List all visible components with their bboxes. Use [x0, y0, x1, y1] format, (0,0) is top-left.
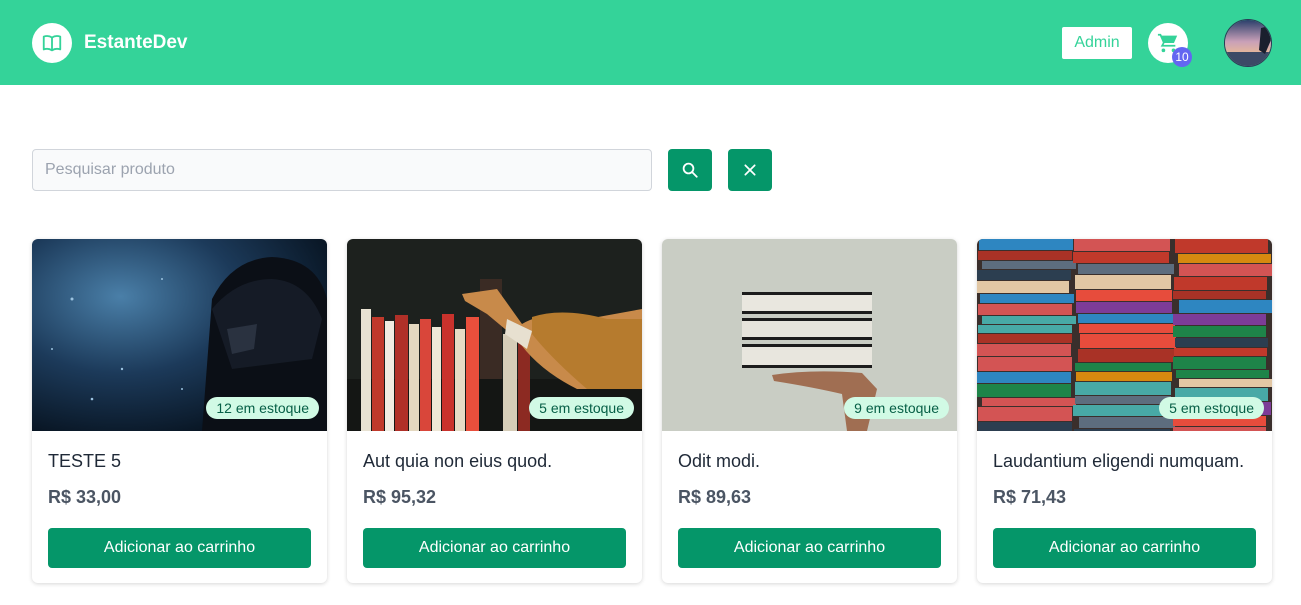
clear-search-button[interactable]: [728, 149, 772, 191]
add-to-cart-button[interactable]: Adicionar ao carrinho: [993, 528, 1256, 568]
stock-badge: 5 em estoque: [1159, 397, 1264, 419]
product-price: R$ 95,32: [363, 487, 437, 507]
user-avatar[interactable]: [1224, 18, 1272, 67]
open-book-icon: [32, 22, 72, 63]
product-card: 12 em estoque TESTE 5 R$ 33,00 Adicionar…: [32, 239, 327, 583]
product-card: 5 em estoque Aut quia non eius quod. R$ …: [347, 239, 642, 583]
search-button[interactable]: [668, 149, 712, 191]
colorful-books-photo[interactable]: 5 em estoque: [977, 239, 1272, 431]
search-bar: [32, 149, 772, 191]
bookshelf-hand-photo[interactable]: 5 em estoque: [347, 239, 642, 431]
search-input[interactable]: [32, 149, 652, 191]
product-price: R$ 33,00: [48, 487, 122, 507]
product-title[interactable]: Odit modi.: [678, 451, 941, 473]
search-icon: [682, 162, 698, 178]
book-stack-hand-photo[interactable]: 9 em estoque: [662, 239, 957, 431]
top-navbar: EstanteDev Admin 10: [0, 0, 1301, 85]
product-card: 5 em estoque Laudantium eligendi numquam…: [977, 239, 1272, 583]
stock-badge: 12 em estoque: [206, 397, 319, 419]
product-price: R$ 89,63: [678, 487, 752, 507]
close-icon: [744, 164, 756, 176]
product-title[interactable]: TESTE 5: [48, 451, 311, 473]
product-title[interactable]: Aut quia non eius quod.: [363, 451, 626, 473]
add-to-cart-button[interactable]: Adicionar ao carrinho: [48, 528, 311, 568]
product-card: 9 em estoque Odit modi. R$ 89,63 Adicion…: [662, 239, 957, 583]
cart-button[interactable]: 10: [1148, 22, 1192, 67]
dark-helmet-photo[interactable]: 12 em estoque: [32, 239, 327, 431]
product-title[interactable]: Laudantium eligendi numquam.: [993, 451, 1256, 473]
stock-badge: 9 em estoque: [844, 397, 949, 419]
add-to-cart-button[interactable]: Adicionar ao carrinho: [678, 528, 941, 568]
stock-badge: 5 em estoque: [529, 397, 634, 419]
admin-button[interactable]: Admin: [1062, 26, 1132, 59]
cart-count-badge: 10: [1172, 46, 1192, 67]
brand-link[interactable]: EstanteDev: [32, 22, 188, 63]
product-grid: 12 em estoque TESTE 5 R$ 33,00 Adicionar…: [32, 239, 1272, 583]
brand-name: EstanteDev: [84, 31, 188, 53]
add-to-cart-button[interactable]: Adicionar ao carrinho: [363, 528, 626, 568]
product-price: R$ 71,43: [993, 487, 1067, 507]
header-actions: Admin 10: [1062, 18, 1272, 67]
